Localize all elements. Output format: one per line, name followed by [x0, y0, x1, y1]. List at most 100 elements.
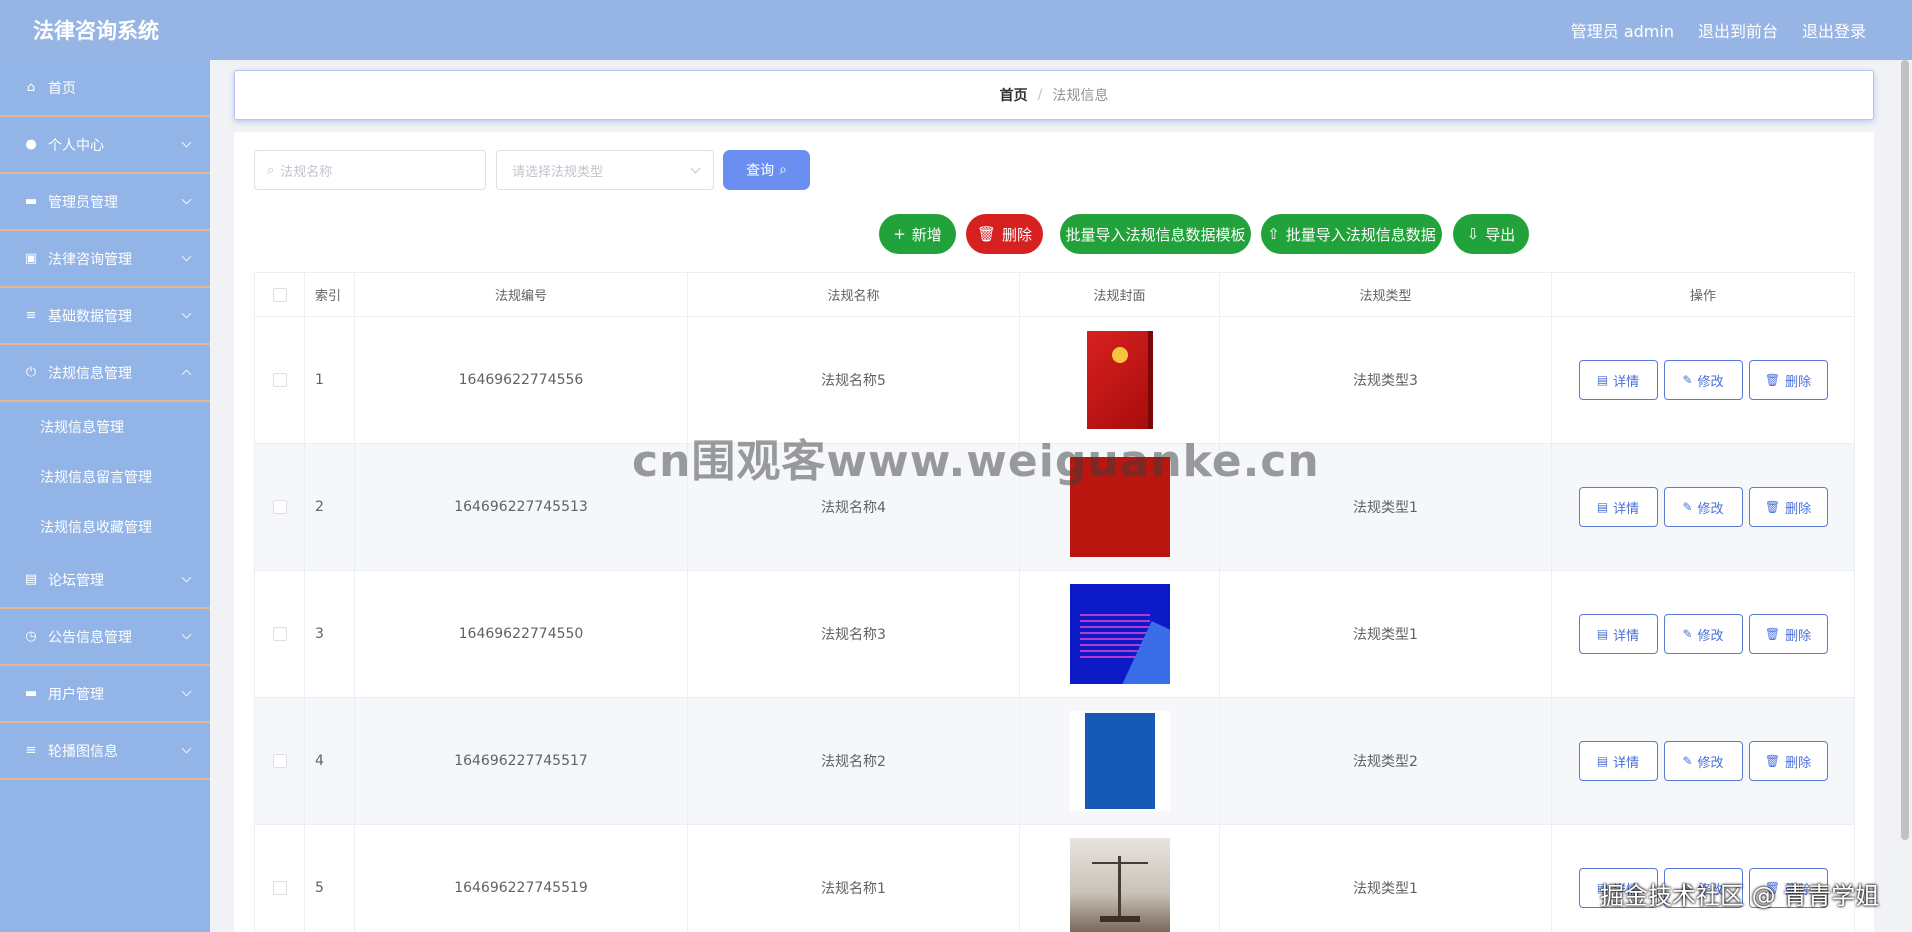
detail-button[interactable]: ▤ 详情 — [1578, 741, 1658, 781]
cover-cell — [1019, 443, 1220, 571]
regulation-type: 法规类型1 — [1219, 570, 1552, 698]
row-select-cell — [254, 443, 305, 571]
regulation-type-select[interactable]: 请选择法规类型 — [496, 150, 714, 190]
sidebar-item-notices[interactable]: ◷ 公告信息管理 — [0, 609, 210, 666]
regulation-name: 法规名称4 — [687, 443, 1020, 571]
content-panel: ⌕ 法规名称 请选择法规类型 查询 ⌕ + 新增 🗑 删除 批量导入法规信息数据… — [234, 132, 1874, 932]
detail-button[interactable]: ▤ 详情 — [1578, 614, 1658, 654]
row-delete-label: 删除 — [1785, 374, 1812, 390]
detail-button[interactable]: ▤ 详情 — [1578, 360, 1658, 400]
sidebar-item-basedata[interactable]: ≡ 基础数据管理 — [0, 288, 210, 345]
row-checkbox[interactable] — [272, 754, 287, 768]
chevron-down-icon — [181, 629, 192, 640]
clock-icon: ◷ — [25, 629, 37, 644]
sidebar-item-forum[interactable]: ▤ 论坛管理 — [0, 552, 210, 609]
detail-button[interactable]: ▤ 详情 — [1578, 487, 1658, 527]
chevron-down-icon — [690, 163, 701, 174]
regulation-type: 法规类型3 — [1219, 316, 1552, 444]
top-header: 法律咨询系统 管理员 admin 退出到前台 退出登录 — [0, 0, 1912, 60]
edit-icon: ✎ — [1682, 754, 1693, 768]
sidebar-subitem-regulation-manage[interactable]: 法规信息管理 — [0, 402, 210, 452]
table-row: 3 16469622774550 法规名称3 法规类型1 ▤ 详情 ✎ 修改 🗑 删除 — [254, 570, 1855, 698]
regulation-cover-image[interactable] — [1086, 331, 1153, 429]
sidebar-item-label: 个人中心 — [48, 137, 104, 154]
row-checkbox[interactable] — [272, 500, 287, 514]
table-row: 2 164696227745513 法规名称4 法规类型1 ▤ 详情 ✎ 修改 🗑 删除 — [254, 443, 1855, 571]
vertical-scrollbar[interactable] — [1901, 60, 1909, 840]
sidebar-item-users[interactable]: ▬ 用户管理 — [0, 666, 210, 723]
regulation-type: 法规类型2 — [1219, 697, 1552, 825]
sidebar-item-home[interactable]: ⌂ 首页 — [0, 60, 210, 117]
row-checkbox[interactable] — [272, 627, 287, 641]
regulation-code: 16469622774556 — [354, 316, 688, 444]
regulation-name: 法规名称5 — [687, 316, 1020, 444]
column-header: 法规编号 — [354, 272, 688, 317]
column-header: 索引 — [304, 272, 355, 317]
sidebar-item-consult[interactable]: ▣ 法律咨询管理 — [0, 231, 210, 288]
breadcrumb-separator: / — [1037, 87, 1043, 103]
breadcrumb-home[interactable]: 首页 — [1000, 85, 1028, 105]
edit-button[interactable]: ✎ 修改 — [1663, 487, 1743, 527]
regulation-cover-image[interactable] — [1069, 457, 1170, 557]
document-icon: ▤ — [1596, 627, 1609, 641]
admin-user-label[interactable]: 管理员 admin — [1571, 18, 1674, 42]
regulation-cover-image[interactable] — [1069, 838, 1170, 932]
regulation-code: 164696227745517 — [354, 697, 688, 825]
add-button-label: 新增 — [911, 225, 942, 244]
sidebar-subitem-regulation-comments[interactable]: 法规信息留言管理 — [0, 452, 210, 502]
row-index: 2 — [304, 443, 355, 571]
regulation-name-search-input[interactable]: ⌕ 法规名称 — [254, 150, 486, 190]
regulation-cover-image[interactable] — [1069, 584, 1170, 684]
cover-title — [1084, 713, 1155, 809]
query-button[interactable]: 查询 ⌕ — [723, 150, 810, 190]
table-row: 1 16469622774556 法规名称5 法规类型3 ▤ 详情 ✎ 修改 🗑 删除 — [254, 316, 1855, 444]
row-checkbox[interactable] — [272, 881, 287, 895]
select-all-cell — [254, 272, 305, 317]
row-delete-button[interactable]: 🗑 删除 — [1748, 741, 1828, 781]
row-delete-button[interactable]: 🗑 删除 — [1748, 614, 1828, 654]
scales-pole — [1117, 856, 1121, 918]
row-index: 3 — [304, 570, 355, 698]
row-delete-button[interactable]: 🗑 删除 — [1748, 487, 1828, 527]
select-placeholder: 请选择法规类型 — [512, 164, 604, 180]
sidebar-item-label: 用户管理 — [48, 686, 104, 703]
sidebar-item-carousel[interactable]: ≡ 轮播图信息 — [0, 723, 210, 780]
table-row: 4 164696227745517 法规名称2 法规类型2 ▤ 详情 ✎ 修改 🗑 删除 — [254, 697, 1855, 825]
row-delete-button[interactable]: 🗑 删除 — [1748, 360, 1828, 400]
add-button[interactable]: + 新增 — [879, 214, 956, 254]
column-header: 法规名称 — [687, 272, 1020, 317]
edit-button[interactable]: ✎ 修改 — [1663, 741, 1743, 781]
sidebar-subitem-regulation-favorites[interactable]: 法规信息收藏管理 — [0, 502, 210, 552]
export-button[interactable]: ⇩ 导出 — [1453, 214, 1529, 254]
home-icon: ⌂ — [26, 80, 36, 95]
edit-button-label: 修改 — [1697, 755, 1724, 771]
sidebar-item-label: 公告信息管理 — [48, 629, 132, 646]
sidebar-item-regulations[interactable]: ⏻ 法规信息管理 — [0, 345, 210, 402]
edit-button[interactable]: ✎ 修改 — [1663, 360, 1743, 400]
detail-button-label: 详情 — [1613, 501, 1640, 517]
edit-button-label: 修改 — [1697, 501, 1724, 517]
monitor-icon: ▬ — [24, 194, 38, 209]
batch-delete-button[interactable]: 🗑 删除 — [966, 214, 1043, 254]
batch-delete-label: 删除 — [1002, 225, 1033, 244]
sidebar: ⌂ 首页 ● 个人中心 ▬ 管理员管理 ▣ 法律咨询管理 ≡ 基础数据管理 ⏻ … — [0, 60, 210, 932]
cover-cell — [1019, 570, 1220, 698]
import-data-button[interactable]: ⇧ 批量导入法规信息数据 — [1261, 214, 1442, 254]
list-icon: ≡ — [25, 743, 37, 758]
back-to-front-link[interactable]: 退出到前台 — [1698, 18, 1778, 42]
row-checkbox[interactable] — [272, 373, 287, 387]
select-all-checkbox[interactable] — [272, 287, 287, 302]
corner-credit-text: 掘金技术社区 @ 青青学姐 — [1600, 882, 1880, 910]
import-template-label: 批量导入法规信息数据模板 — [1065, 225, 1246, 244]
edit-icon: ✎ — [1682, 373, 1693, 387]
sidebar-item-profile[interactable]: ● 个人中心 — [0, 117, 210, 174]
edit-button[interactable]: ✎ 修改 — [1663, 614, 1743, 654]
cover-cell — [1019, 697, 1220, 825]
regulation-cover-image[interactable] — [1069, 711, 1170, 811]
national-emblem-icon — [1111, 347, 1128, 363]
sidebar-item-admins[interactable]: ▬ 管理员管理 — [0, 174, 210, 231]
import-template-button[interactable]: 批量导入法规信息数据模板 — [1060, 214, 1251, 254]
chevron-down-icon — [181, 251, 192, 262]
regulation-code: 164696227745519 — [354, 824, 688, 932]
logout-link[interactable]: 退出登录 — [1802, 18, 1866, 42]
